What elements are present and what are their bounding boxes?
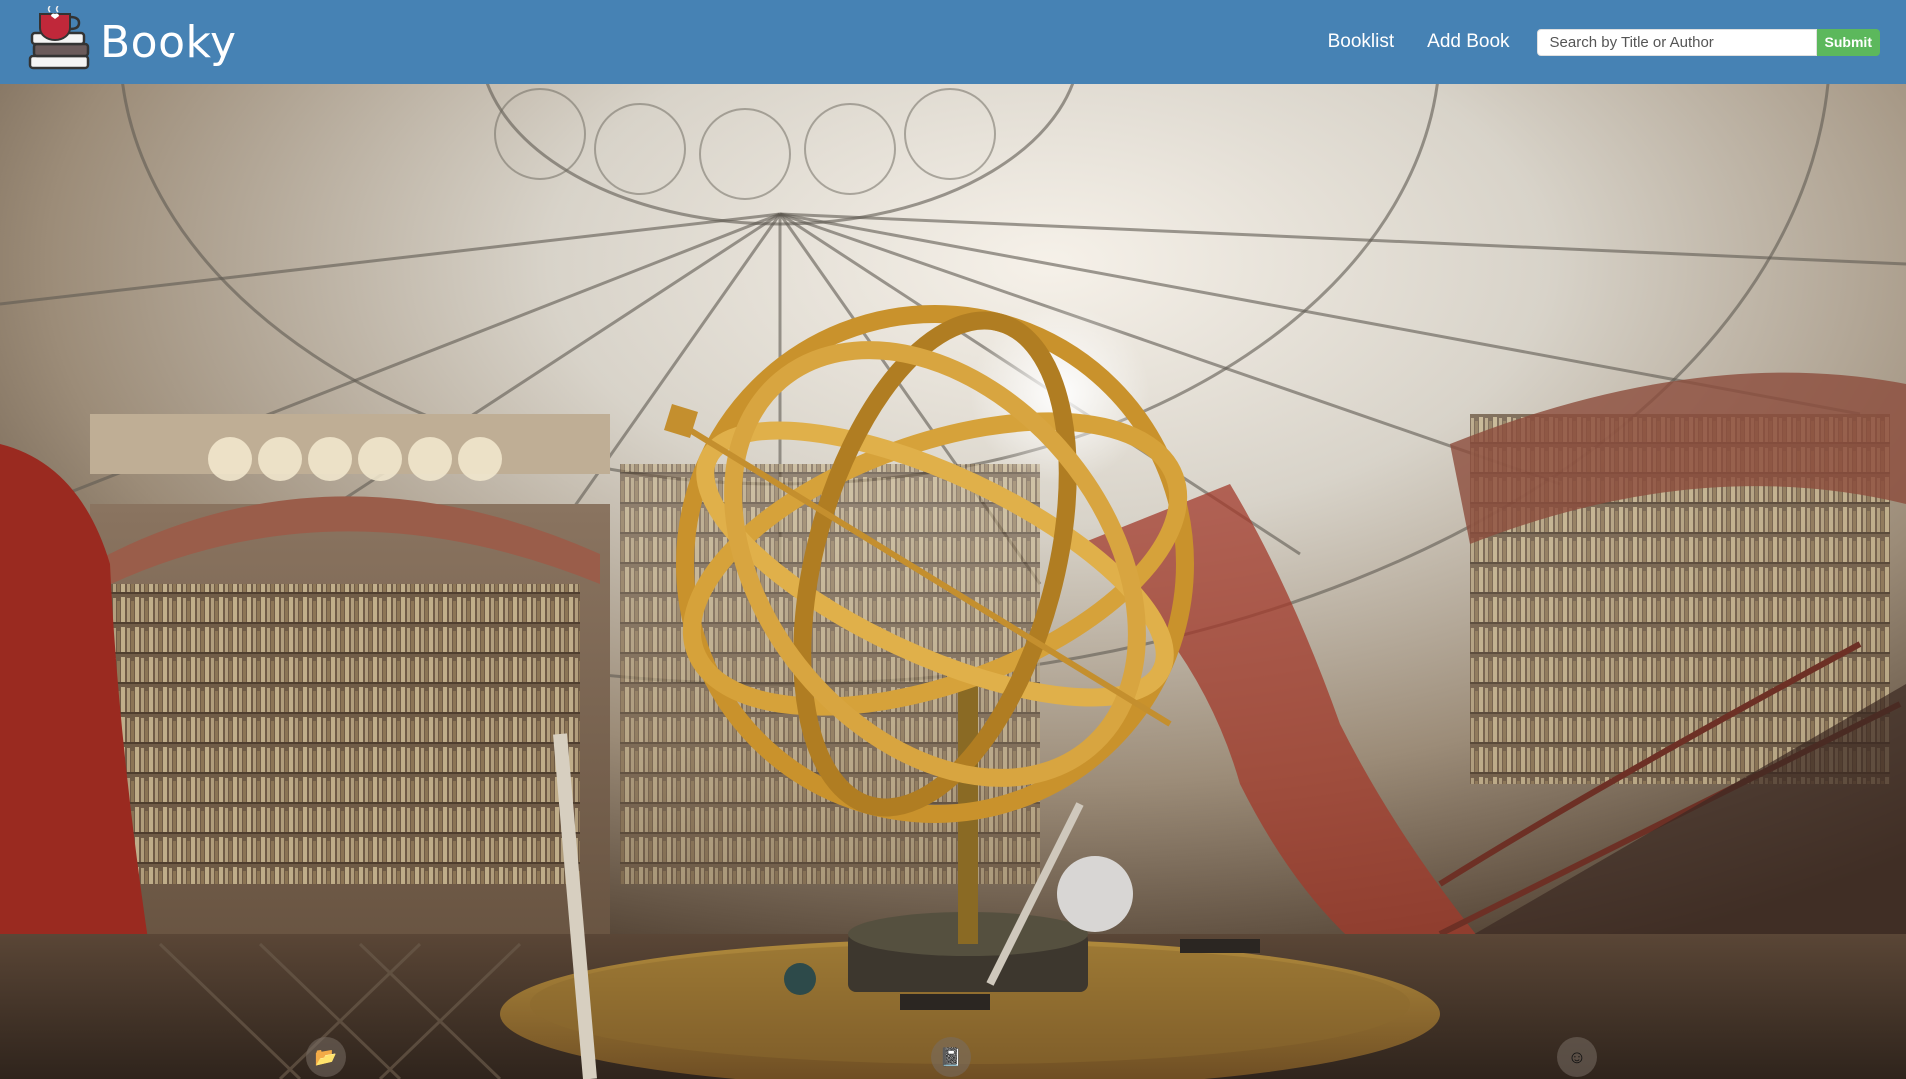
nav-link-booklist[interactable]: Booklist <box>1328 31 1395 53</box>
book-stack-logo-icon <box>28 6 90 70</box>
brand-name: Booky <box>100 16 237 68</box>
folder-open-icon[interactable]: 📂 <box>306 1037 346 1077</box>
nav-link-add-book[interactable]: Add Book <box>1427 31 1509 53</box>
submit-button[interactable]: Submit <box>1816 28 1880 56</box>
brand-link[interactable]: Booky <box>26 6 236 78</box>
search-input[interactable] <box>1536 28 1817 56</box>
nav-right: Booklist Add Book Submit <box>1328 28 1880 56</box>
library-illustration <box>0 84 1906 1079</box>
hero-background-image <box>0 84 1906 1079</box>
smiley-icon[interactable]: ☺ <box>1557 1037 1597 1077</box>
search-form: Submit <box>1536 28 1880 56</box>
top-navbar: Booky Booklist Add Book Submit <box>0 0 1906 84</box>
book-icon[interactable]: 📓 <box>931 1037 971 1077</box>
